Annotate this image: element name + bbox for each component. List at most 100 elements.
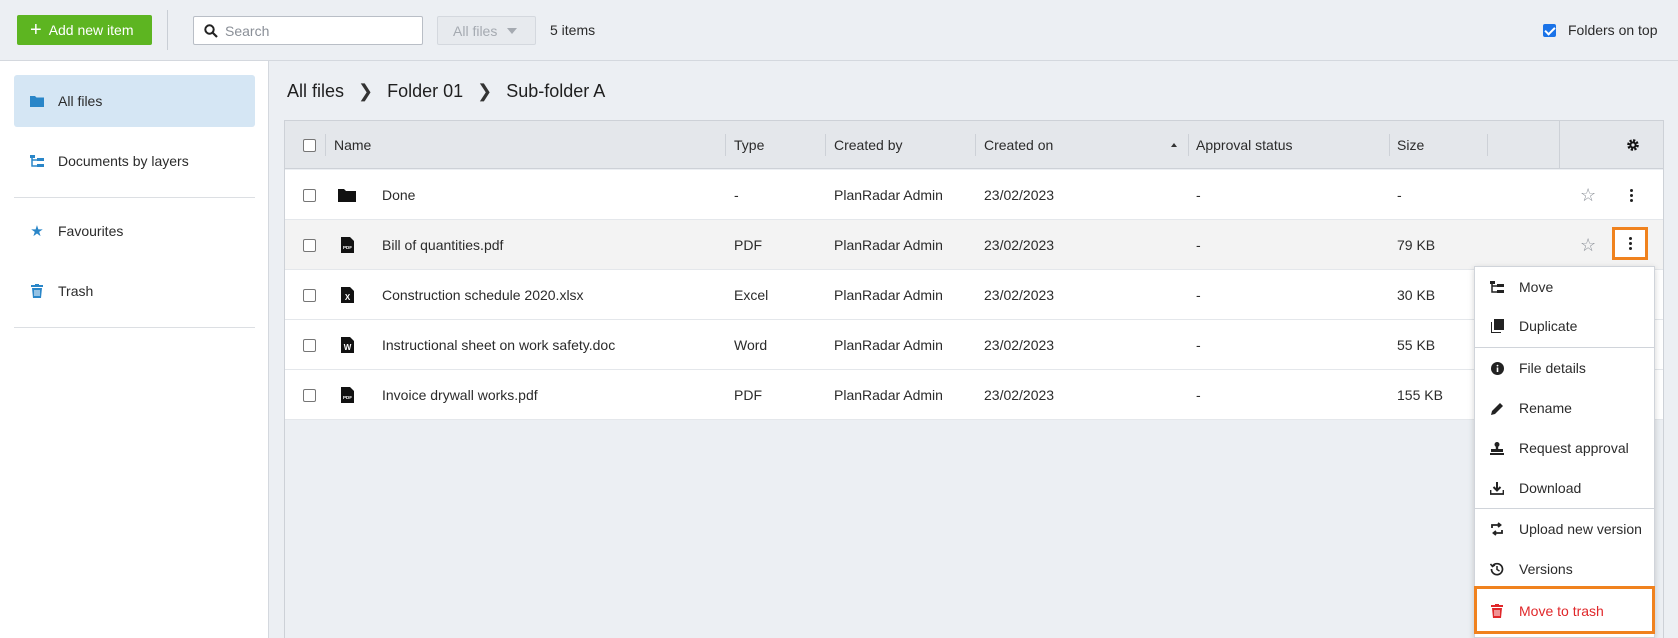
pdf-file-icon: PDF: [341, 370, 354, 420]
sidebar-item-label: All files: [58, 93, 103, 109]
column-divider: [1559, 121, 1560, 169]
file-name[interactable]: Bill of quantities.pdf: [382, 220, 503, 270]
sidebar-item-trash[interactable]: Trash: [14, 265, 255, 317]
column-settings-button[interactable]: [1626, 121, 1640, 169]
sidebar-item-favourites[interactable]: ★ Favourites: [14, 205, 255, 257]
checkbox[interactable]: [303, 138, 316, 152]
column-header-name[interactable]: Name: [334, 121, 371, 169]
column-divider: [1487, 134, 1488, 156]
pdf-file-icon: PDF: [341, 220, 354, 270]
column-header-approval-status[interactable]: Approval status: [1196, 121, 1293, 169]
move-icon: [1490, 280, 1504, 294]
approval-status: -: [1196, 237, 1201, 253]
svg-text:X: X: [345, 293, 351, 302]
created-on: 23/02/2023: [984, 337, 1055, 353]
menu-item-request-approval[interactable]: Request approval: [1475, 428, 1654, 468]
favourite-star-icon[interactable]: ☆: [1580, 220, 1596, 270]
svg-text:PDF: PDF: [343, 395, 352, 400]
file-type: Excel: [734, 287, 769, 303]
table-row[interactable]: PDF Bill of quantities.pdf PDF PlanRadar…: [285, 220, 1663, 270]
file-type: PDF: [734, 387, 762, 403]
menu-item-move[interactable]: Move: [1475, 267, 1654, 307]
layers-icon: [30, 154, 44, 168]
gear-icon: [1627, 139, 1639, 151]
sidebar-item-all-files[interactable]: All files: [14, 75, 255, 127]
menu-item-label: Duplicate: [1519, 318, 1578, 334]
folders-on-top-label: Folders on top: [1568, 22, 1658, 38]
table-row[interactable]: W Instructional sheet on work safety.doc…: [285, 320, 1663, 370]
column-header-size[interactable]: Size: [1397, 121, 1424, 169]
file-filter-dropdown[interactable]: All files: [437, 16, 536, 45]
menu-item-label: Request approval: [1519, 440, 1629, 456]
more-options-button-highlighted[interactable]: [1612, 227, 1648, 260]
row-checkbox[interactable]: [303, 270, 316, 320]
sidebar-item-label: Trash: [58, 283, 94, 299]
column-divider: [725, 134, 726, 156]
add-new-item-button[interactable]: + Add new item: [17, 15, 152, 45]
row-checkbox[interactable]: [303, 220, 316, 270]
select-all-checkbox[interactable]: [303, 121, 316, 169]
column-divider: [975, 134, 976, 156]
more-options-icon[interactable]: [1630, 170, 1633, 220]
file-name[interactable]: Instructional sheet on work safety.doc: [382, 320, 615, 370]
excel-file-icon: X: [341, 270, 354, 320]
column-header-created-by[interactable]: Created by: [834, 121, 902, 169]
table-row[interactable]: X Construction schedule 2020.xlsx Excel …: [285, 270, 1663, 320]
history-icon: [1490, 562, 1504, 576]
breadcrumb-item[interactable]: All files: [287, 81, 344, 102]
trash-icon: [30, 284, 44, 298]
menu-item-versions[interactable]: Versions: [1475, 549, 1654, 589]
approval-status: -: [1196, 287, 1201, 303]
toolbar-divider: [167, 10, 168, 50]
menu-item-label: Versions: [1519, 561, 1573, 577]
menu-item-rename[interactable]: Rename: [1475, 388, 1654, 428]
svg-text:PDF: PDF: [343, 245, 352, 250]
breadcrumb-item[interactable]: Sub-folder A: [506, 81, 605, 102]
favourite-star-icon[interactable]: ☆: [1580, 170, 1596, 220]
created-by: PlanRadar Admin: [834, 287, 943, 303]
table-row[interactable]: Done - PlanRadar Admin 23/02/2023 - - ☆: [285, 170, 1663, 220]
file-filter-label: All files: [453, 22, 498, 39]
column-divider: [1389, 134, 1390, 156]
menu-item-duplicate[interactable]: Duplicate: [1475, 306, 1654, 346]
sidebar-item-documents-by-layers[interactable]: Documents by layers: [14, 135, 255, 187]
folders-on-top-toggle[interactable]: Folders on top: [1543, 22, 1658, 38]
created-on: 23/02/2023: [984, 187, 1055, 203]
search-box[interactable]: [193, 16, 423, 45]
created-on: 23/02/2023: [984, 237, 1055, 253]
column-header-created-on[interactable]: Created on: [984, 121, 1053, 169]
file-name[interactable]: Done: [382, 170, 415, 220]
file-name[interactable]: Construction schedule 2020.xlsx: [382, 270, 584, 320]
sidebar: All files Documents by layers ★ Favourit…: [0, 61, 269, 638]
plus-icon: +: [30, 19, 42, 41]
sidebar-divider: [14, 197, 255, 198]
breadcrumb-item[interactable]: Folder 01: [387, 81, 463, 102]
duplicate-icon: [1490, 319, 1504, 333]
more-options-icon[interactable]: [1628, 237, 1632, 250]
row-checkbox[interactable]: [303, 370, 316, 420]
folder-icon: [30, 94, 44, 108]
word-file-icon: W: [341, 320, 354, 370]
context-menu: Move Duplicate File details Rename Reque…: [1474, 266, 1655, 638]
column-divider: [1188, 134, 1189, 156]
search-icon: [204, 23, 218, 38]
file-size: 30 KB: [1397, 287, 1436, 303]
created-by: PlanRadar Admin: [834, 387, 943, 403]
chevron-right-icon: ❯: [358, 80, 374, 101]
column-header-type[interactable]: Type: [734, 121, 764, 169]
menu-item-label: Move: [1519, 279, 1554, 295]
file-name[interactable]: Invoice drywall works.pdf: [382, 370, 538, 420]
download-icon: [1490, 481, 1504, 495]
menu-item-upload-new-version[interactable]: Upload new version: [1475, 509, 1654, 549]
menu-item-file-details[interactable]: File details: [1475, 348, 1654, 388]
table-row[interactable]: PDF Invoice drywall works.pdf PDF PlanRa…: [285, 370, 1663, 420]
row-checkbox[interactable]: [303, 170, 316, 220]
created-by: PlanRadar Admin: [834, 237, 943, 253]
menu-item-label: Upload new version: [1519, 521, 1642, 537]
folders-on-top-checkbox[interactable]: [1543, 23, 1556, 37]
menu-item-download[interactable]: Download: [1475, 468, 1654, 508]
approval-status: -: [1196, 187, 1201, 203]
search-input[interactable]: [225, 22, 415, 39]
move-to-trash-highlight: [1474, 586, 1655, 634]
row-checkbox[interactable]: [303, 320, 316, 370]
